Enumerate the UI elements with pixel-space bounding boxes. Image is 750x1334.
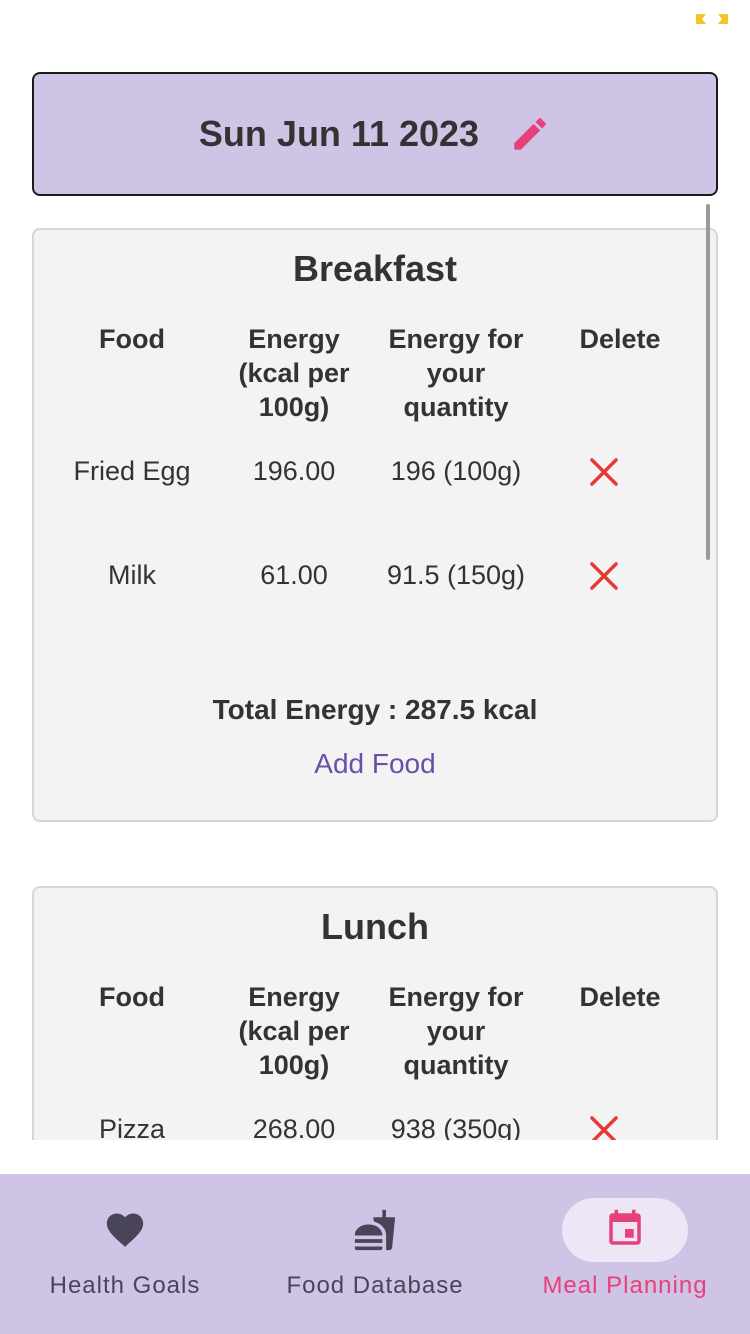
calendar-icon — [500, 1208, 750, 1250]
heart-icon — [0, 1208, 250, 1248]
add-food-button[interactable]: Add Food — [34, 748, 716, 780]
nav-label: Food Database — [286, 1272, 464, 1299]
nav-label: Health Goals — [49, 1272, 201, 1299]
delete-icon[interactable] — [526, 1114, 682, 1140]
column-header-energy-per-100g: Energy (kcal per 100g) — [238, 324, 350, 422]
status-indicator-icon — [694, 12, 730, 26]
meal-list[interactable]: Breakfast Food Energy (kcal per 100g) En… — [0, 200, 750, 1140]
nav-item-health-goals[interactable]: Health Goals — [0, 1174, 250, 1334]
food-name: Fried Egg — [73, 456, 191, 486]
meal-title: Breakfast — [292, 248, 458, 289]
scrollbar[interactable] — [706, 204, 710, 560]
meal-card-breakfast: Breakfast Food Energy (kcal per 100g) En… — [32, 228, 718, 822]
column-header-delete: Delete — [579, 982, 661, 1012]
edit-date-icon[interactable] — [509, 113, 551, 155]
meal-card-lunch: Lunch Food Energy (kcal per 100g) Energy… — [32, 886, 718, 1140]
energy-for-quantity: 91.5 (150g) — [386, 560, 526, 590]
nav-item-meal-planning[interactable]: Meal Planning — [500, 1174, 750, 1334]
energy-per-100g: 61.00 — [260, 560, 328, 590]
column-header-food: Food — [99, 324, 165, 354]
food-name: Pizza — [98, 1114, 166, 1140]
selected-date: Sun Jun 11 2023 — [198, 113, 480, 154]
column-header-energy-quantity: Energy for your quantity — [388, 324, 524, 422]
energy-per-100g: 196.00 — [252, 456, 336, 486]
fastfood-icon — [250, 1208, 500, 1252]
bottom-navigation: Health Goals Food Database Meal Planning — [0, 1174, 750, 1334]
food-name: Milk — [108, 560, 156, 590]
total-energy: Total Energy : 287.5 kcal — [212, 694, 538, 725]
column-header-food: Food — [99, 982, 165, 1012]
column-header-energy-per-100g: Energy (kcal per 100g) — [238, 982, 350, 1080]
column-header-energy-quantity: Energy for your quantity — [388, 982, 524, 1080]
delete-icon[interactable] — [526, 456, 682, 488]
meal-title: Lunch — [321, 906, 429, 947]
energy-for-quantity: 938 (350g) — [390, 1114, 522, 1140]
nav-item-food-database[interactable]: Food Database — [250, 1174, 500, 1334]
delete-icon[interactable] — [526, 560, 682, 592]
nav-label: Meal Planning — [542, 1272, 708, 1299]
date-header: Sun Jun 11 2023 — [32, 72, 718, 196]
column-header-delete: Delete — [579, 324, 661, 354]
energy-for-quantity: 196 (100g) — [390, 456, 522, 486]
energy-per-100g: 268.00 — [252, 1114, 336, 1140]
